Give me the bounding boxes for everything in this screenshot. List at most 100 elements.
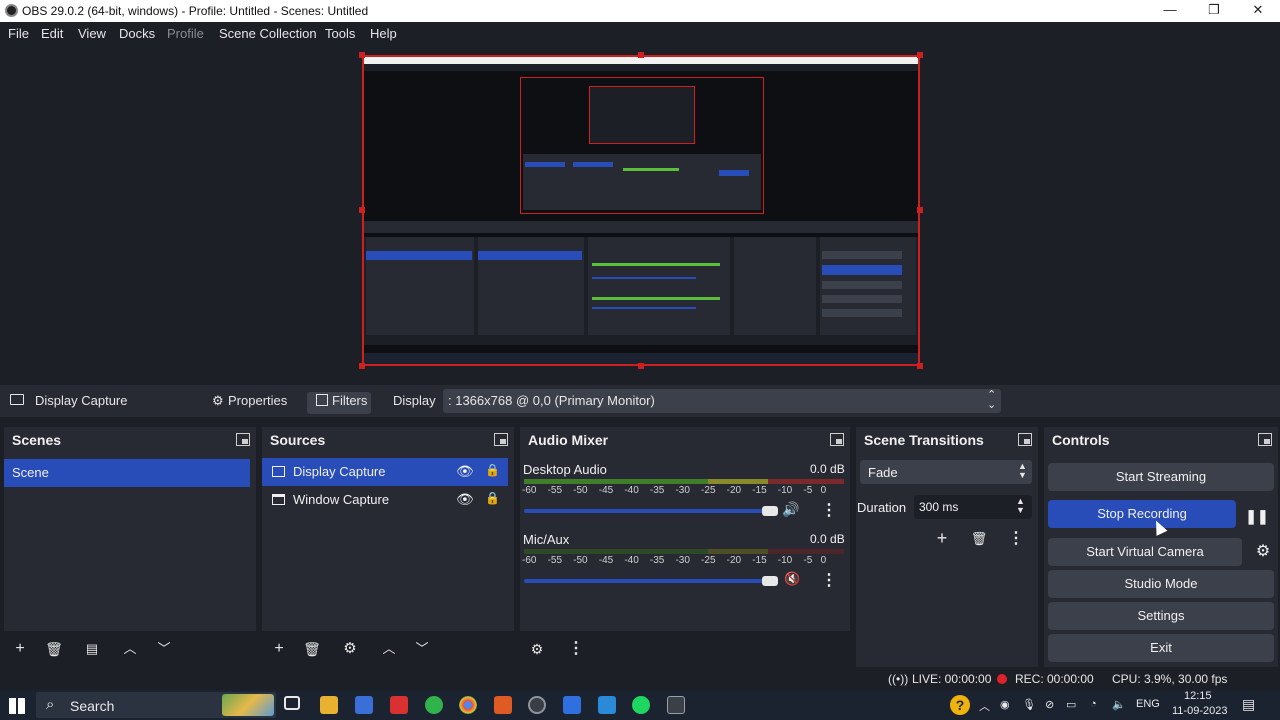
- undock-icon[interactable]: [1258, 433, 1272, 446]
- settings-button[interactable]: Settings: [1048, 602, 1274, 630]
- close-button[interactable]: ✕: [1236, 0, 1280, 22]
- more-options-icon[interactable]: ⋮: [821, 500, 837, 520]
- gear-icon[interactable]: ⚙: [1252, 540, 1274, 564]
- undock-icon[interactable]: [494, 433, 508, 446]
- spin-arrows-icon[interactable]: ▲ ▼: [1016, 497, 1025, 515]
- gear-icon[interactable]: ⚙: [340, 639, 360, 659]
- tray-chevron-icon[interactable]: ︿: [979, 698, 990, 714]
- add-icon[interactable]: +: [10, 639, 30, 659]
- audio-mixer-body: Desktop Audio 0.0 dB -60 -55 -50 -45 -40…: [520, 453, 850, 631]
- menu-file[interactable]: File: [8, 26, 29, 41]
- add-icon[interactable]: +: [932, 528, 952, 548]
- help-icon[interactable]: ?: [950, 695, 970, 715]
- audio-mixer-toolbar: ⚙ ⋮: [520, 631, 850, 667]
- trash-icon[interactable]: 🗑: [302, 639, 322, 659]
- handle-tr[interactable]: [917, 52, 923, 58]
- preview-canvas[interactable]: [362, 55, 920, 366]
- up-icon[interactable]: ︿: [120, 639, 140, 659]
- handle-ml[interactable]: [359, 207, 365, 213]
- filters-button[interactable]: Filters: [332, 393, 367, 408]
- media-icon[interactable]: [390, 696, 408, 714]
- menu-help[interactable]: Help: [370, 26, 397, 41]
- sources-dock-header: Sources: [262, 427, 514, 453]
- volume-slider[interactable]: [524, 509, 774, 513]
- window-icon: [272, 494, 285, 505]
- handle-bc[interactable]: [638, 363, 644, 369]
- clock-time[interactable]: 12:15: [1184, 690, 1212, 702]
- muted-speaker-icon[interactable]: 🔇: [784, 571, 800, 587]
- filter-icon[interactable]: ▤: [82, 639, 102, 659]
- trash-icon[interactable]: 🗑: [44, 639, 64, 659]
- start-virtual-camera-button[interactable]: Start Virtual Camera: [1048, 538, 1242, 566]
- file-explorer-icon[interactable]: [320, 696, 338, 714]
- volume-slider-knob[interactable]: [762, 506, 778, 516]
- stop-recording-button[interactable]: Stop Recording: [1048, 500, 1236, 528]
- handle-bl[interactable]: [359, 363, 365, 369]
- language-indicator[interactable]: ENG: [1136, 698, 1160, 710]
- trash-icon[interactable]: 🗑: [969, 529, 989, 549]
- menu-view[interactable]: View: [78, 26, 106, 41]
- up-icon[interactable]: ︿: [379, 639, 399, 659]
- scene-transitions-dock: Scene Transitions Fade ▲ ▼ Duration 300 m…: [856, 427, 1038, 667]
- down-icon[interactable]: ﹀: [412, 639, 432, 659]
- advanced-audio-icon[interactable]: ⚙: [527, 639, 547, 659]
- spotify-icon[interactable]: [632, 696, 650, 714]
- vscode-icon[interactable]: [598, 696, 616, 714]
- handle-br[interactable]: [917, 363, 923, 369]
- chrome-icon[interactable]: [459, 696, 477, 714]
- scene-item[interactable]: Scene: [4, 459, 250, 487]
- nested-scenes-sel: [366, 251, 472, 260]
- undock-icon[interactable]: [830, 433, 844, 446]
- task-view-icon[interactable]: [284, 696, 300, 710]
- eye-icon[interactable]: 👁: [456, 491, 474, 508]
- whatsapp-icon[interactable]: [425, 696, 443, 714]
- exit-button[interactable]: Exit: [1048, 634, 1274, 662]
- studio-mode-button[interactable]: Studio Mode: [1048, 570, 1274, 598]
- menu-tools[interactable]: Tools: [325, 26, 355, 41]
- add-icon[interactable]: +: [269, 639, 289, 659]
- zoom-icon[interactable]: [563, 696, 581, 714]
- notifications-icon[interactable]: ▤: [1242, 696, 1255, 713]
- handle-tl[interactable]: [359, 52, 365, 58]
- more-options-icon[interactable]: ⋮: [566, 639, 586, 659]
- nested-scene-sel: [525, 162, 565, 167]
- source-item-display-capture[interactable]: Display Capture 👁 🔒: [262, 458, 508, 486]
- transition-select[interactable]: Fade ▲ ▼: [860, 460, 1032, 484]
- volume-slider-knob[interactable]: [762, 576, 778, 586]
- nested-stop-btn: [719, 170, 749, 176]
- nested-preview-inner: [589, 86, 695, 144]
- more-options-icon[interactable]: ⋮: [821, 570, 837, 590]
- minimize-button[interactable]: —: [1148, 0, 1192, 22]
- undock-icon[interactable]: [1018, 433, 1032, 446]
- source-item-window-capture[interactable]: Window Capture 👁 🔒: [262, 486, 508, 514]
- handle-tc[interactable]: [638, 52, 644, 58]
- menu-edit[interactable]: Edit: [41, 26, 63, 41]
- duration-spinbox[interactable]: 300 ms ▲ ▼: [914, 495, 1032, 519]
- obs-icon[interactable]: [528, 696, 546, 714]
- brave-icon[interactable]: [494, 696, 512, 714]
- taskbar-search-box[interactable]: ⌕ Search: [36, 692, 276, 718]
- menu-profile[interactable]: Profile: [167, 26, 204, 41]
- volume-slider[interactable]: [524, 579, 774, 583]
- eye-icon[interactable]: 👁: [456, 463, 474, 480]
- nested-sourcebar: [364, 221, 918, 233]
- more-options-icon[interactable]: ⋮: [1006, 529, 1026, 549]
- terminal-icon[interactable]: [667, 696, 685, 714]
- menu-docks[interactable]: Docks: [119, 26, 155, 41]
- lock-icon[interactable]: 🔒: [485, 463, 500, 477]
- meter-yellow: [708, 479, 768, 484]
- properties-button[interactable]: Properties: [228, 393, 287, 408]
- handle-mr[interactable]: [917, 207, 923, 213]
- store-icon[interactable]: [355, 696, 373, 714]
- windows-start-icon[interactable]: [9, 698, 25, 714]
- restore-button[interactable]: ❐: [1192, 0, 1236, 22]
- pause-recording-icon[interactable]: ❚❚: [1240, 500, 1274, 532]
- undock-icon[interactable]: [236, 433, 250, 446]
- speaker-icon[interactable]: 🔊: [782, 501, 799, 518]
- down-icon[interactable]: ﹀: [154, 639, 174, 659]
- clock-date[interactable]: 11-09-2023: [1172, 705, 1227, 717]
- lock-icon[interactable]: 🔒: [485, 491, 500, 505]
- menu-scene-collection[interactable]: Scene Collection: [219, 26, 317, 41]
- start-streaming-button[interactable]: Start Streaming: [1048, 463, 1274, 491]
- scenes-dock-title: Scenes: [12, 432, 62, 448]
